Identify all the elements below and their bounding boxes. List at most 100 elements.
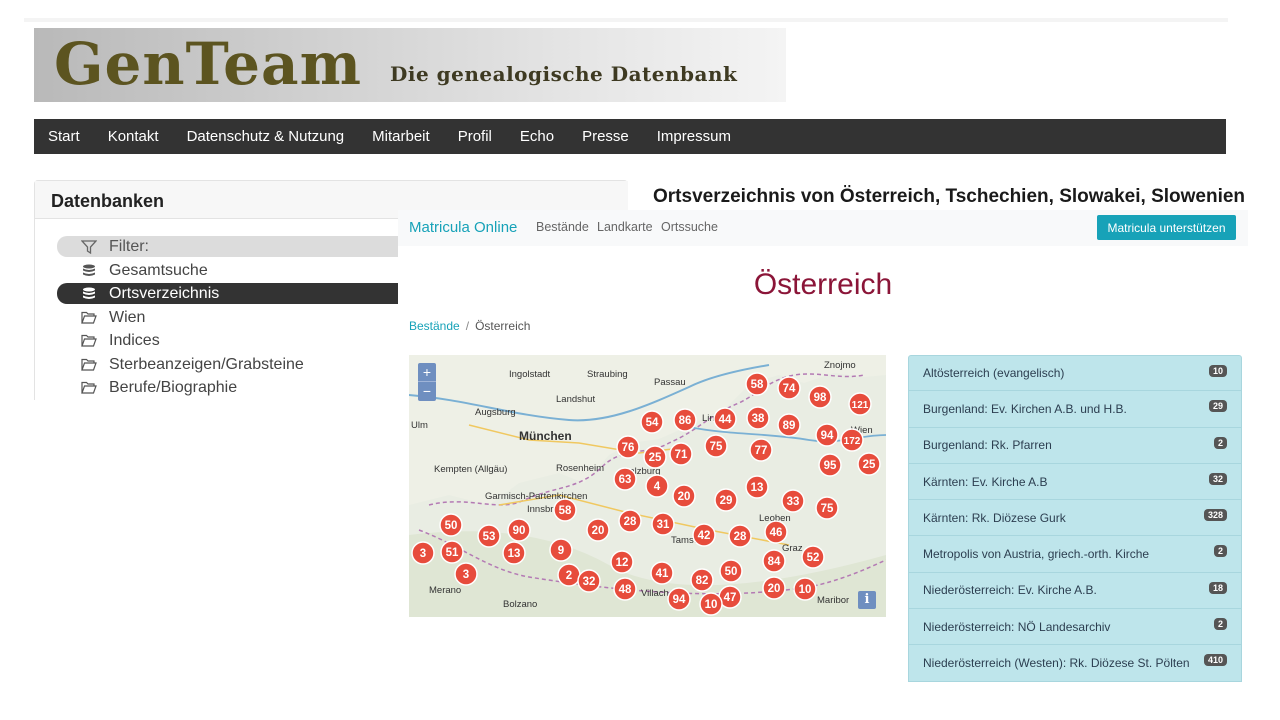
cluster-count-label[interactable]: 121 <box>852 400 869 411</box>
cluster-count-label[interactable]: 13 <box>508 548 521 560</box>
main-nav: Start Kontakt Datenschutz & Nutzung Mita… <box>34 119 1226 154</box>
cluster-count-label[interactable]: 20 <box>678 491 691 503</box>
cluster-count-label[interactable]: 10 <box>705 599 718 611</box>
nav-item-presse[interactable]: Presse <box>568 128 643 145</box>
list-item[interactable]: Niederösterreich: NÖ Landesarchiv 2 <box>908 609 1242 646</box>
map-canvas[interactable]: Ingolstadt Straubing Passau Landshut Augsbur… <box>409 355 886 617</box>
nav-item-echo[interactable]: Echo <box>506 128 568 145</box>
cluster-count-label[interactable]: 82 <box>696 575 709 587</box>
cluster-count-label[interactable]: 47 <box>724 592 737 604</box>
count-badge: 32 <box>1208 472 1227 485</box>
cluster-count-label[interactable]: 9 <box>558 545 564 557</box>
sidebar-item-wien[interactable]: Wien <box>57 307 399 328</box>
cluster-count-label[interactable]: 25 <box>649 452 662 464</box>
cluster-count-label[interactable]: 74 <box>783 383 796 395</box>
list-item-label: Altösterreich (evangelisch) <box>923 366 1065 381</box>
cluster-count-label[interactable]: 84 <box>768 556 781 568</box>
cluster-count-label[interactable]: 48 <box>619 584 632 596</box>
cluster-count-label[interactable]: 29 <box>720 495 733 507</box>
cluster-count-label[interactable]: 75 <box>710 441 723 453</box>
cluster-count-label[interactable]: 50 <box>725 566 738 578</box>
cluster-count-label[interactable]: 77 <box>755 445 768 457</box>
list-item-label: Burgenland: Ev. Kirchen A.B. und H.B. <box>923 401 1127 416</box>
list-item[interactable]: Kärnten: Ev. Kirche A.B 32 <box>908 463 1242 501</box>
site-banner[interactable]: GenTeam Die genealogische Datenbank <box>34 28 786 102</box>
cluster-count-label[interactable]: 63 <box>619 474 632 486</box>
matricula-brand[interactable]: Matricula Online <box>409 219 517 236</box>
cluster-count-label[interactable]: 94 <box>821 430 834 442</box>
nav-item-profil[interactable]: Profil <box>444 128 506 145</box>
breadcrumb-link[interactable]: Bestände <box>409 319 460 333</box>
sidebar-item-sterbeanzeigen[interactable]: Sterbeanzeigen/Grabsteine <box>57 354 399 375</box>
cluster-count-label[interactable]: 42 <box>698 530 711 542</box>
sidebar-item-indices[interactable]: Indices <box>57 330 399 351</box>
cluster-count-label[interactable]: 44 <box>719 414 732 426</box>
cluster-count-label[interactable]: 38 <box>752 413 765 425</box>
matricula-link-landkarte[interactable]: Landkarte <box>597 220 653 234</box>
list-item[interactable]: Altösterreich (evangelisch) 10 <box>908 355 1242 392</box>
sidebar-filter-input[interactable]: Filter: <box>57 236 399 257</box>
zoom-in-button[interactable]: + <box>418 363 436 382</box>
nav-item-datenschutz[interactable]: Datenschutz & Nutzung <box>173 128 359 145</box>
cluster-count-label[interactable]: 2 <box>566 570 572 582</box>
cluster-count-label[interactable]: 86 <box>679 415 692 427</box>
sidebar-item-berufe[interactable]: Berufe/Biographie <box>57 377 399 398</box>
matricula-navbar: Matricula Online Bestände Landkarte Orts… <box>398 210 1248 246</box>
nav-item-mitarbeit[interactable]: Mitarbeit <box>358 128 444 145</box>
cluster-count-label[interactable]: 58 <box>751 379 764 391</box>
nav-item-impressum[interactable]: Impressum <box>643 128 745 145</box>
cluster-count-label[interactable]: 53 <box>483 531 496 543</box>
cluster-count-label[interactable]: 28 <box>624 516 637 528</box>
cluster-count-label[interactable]: 20 <box>592 525 605 537</box>
cluster-count-label[interactable]: 71 <box>675 449 688 461</box>
sidebar-item-ortsverzeichnis[interactable]: Ortsverzeichnis <box>57 283 399 304</box>
nav-item-kontakt[interactable]: Kontakt <box>94 128 173 145</box>
cluster-count-label[interactable]: 94 <box>673 594 686 606</box>
cluster-count-label[interactable]: 172 <box>844 436 861 447</box>
nav-item-start[interactable]: Start <box>34 128 94 145</box>
support-button[interactable]: Matricula unterstützen <box>1097 215 1236 240</box>
list-item[interactable]: Burgenland: Ev. Kirchen A.B. und H.B. 29 <box>908 391 1242 428</box>
map-info-button[interactable]: i <box>858 591 876 609</box>
map-place-label: Maribor <box>817 595 849 606</box>
cluster-count-label[interactable]: 32 <box>583 576 596 588</box>
cluster-count-label[interactable]: 95 <box>824 460 837 472</box>
cluster-count-label[interactable]: 25 <box>863 459 876 471</box>
cluster-count-label[interactable]: 41 <box>656 568 669 580</box>
cluster-count-label[interactable]: 33 <box>787 496 800 508</box>
cluster-count-label[interactable]: 52 <box>807 552 820 564</box>
list-item[interactable]: Burgenland: Rk. Pfarren 2 <box>908 427 1242 464</box>
list-item[interactable]: Niederösterreich (Westen): Rk. Diözese S… <box>908 645 1242 682</box>
cluster-count-label[interactable]: 28 <box>734 531 747 543</box>
cluster-count-label[interactable]: 90 <box>513 525 526 537</box>
cluster-count-label[interactable]: 10 <box>799 584 812 596</box>
cluster-count-label[interactable]: 75 <box>821 503 834 515</box>
zoom-out-button[interactable]: − <box>418 382 436 401</box>
matricula-link-bestaende[interactable]: Bestände <box>536 220 589 234</box>
cluster-count-label[interactable]: 51 <box>446 547 459 559</box>
cluster-count-label[interactable]: 31 <box>657 519 670 531</box>
sidebar-item-label: Gesamtsuche <box>109 261 208 279</box>
cluster-count-label[interactable]: 89 <box>783 420 796 432</box>
cluster-count-label[interactable]: 4 <box>654 481 661 493</box>
cluster-count-label[interactable]: 20 <box>768 583 781 595</box>
cluster-count-label[interactable]: 3 <box>420 548 426 560</box>
cluster-count-label[interactable]: 76 <box>622 442 635 454</box>
cluster-count-label[interactable]: 13 <box>751 482 764 494</box>
cluster-count-label[interactable]: 50 <box>445 520 458 532</box>
page-title: Ortsverzeichnis von Österreich, Tschechi… <box>653 186 1246 207</box>
map-view[interactable]: Ingolstadt Straubing Passau Landshut Augsbur… <box>409 355 886 617</box>
list-item[interactable]: Kärnten: Rk. Diözese Gurk 328 <box>908 500 1242 537</box>
cluster-count-label[interactable]: 54 <box>646 417 659 429</box>
cluster-count-label[interactable]: 98 <box>814 392 827 404</box>
cluster-count-label[interactable]: 12 <box>616 557 629 569</box>
cluster-count-label[interactable]: 3 <box>463 569 469 581</box>
list-item-label: Kärnten: Rk. Diözese Gurk <box>923 510 1066 525</box>
matricula-link-ortssuche[interactable]: Ortssuche <box>661 220 718 234</box>
cluster-count-label[interactable]: 46 <box>770 527 783 539</box>
cluster-count-label[interactable]: 58 <box>559 505 572 517</box>
map-place-label: Ingolstadt <box>509 369 551 380</box>
list-item[interactable]: Metropolis von Austria, griech.-orth. Ki… <box>908 536 1242 573</box>
sidebar-item-gesamtsuche[interactable]: Gesamtsuche <box>57 260 399 281</box>
list-item[interactable]: Niederösterreich: Ev. Kirche A.B. 18 <box>908 572 1242 610</box>
